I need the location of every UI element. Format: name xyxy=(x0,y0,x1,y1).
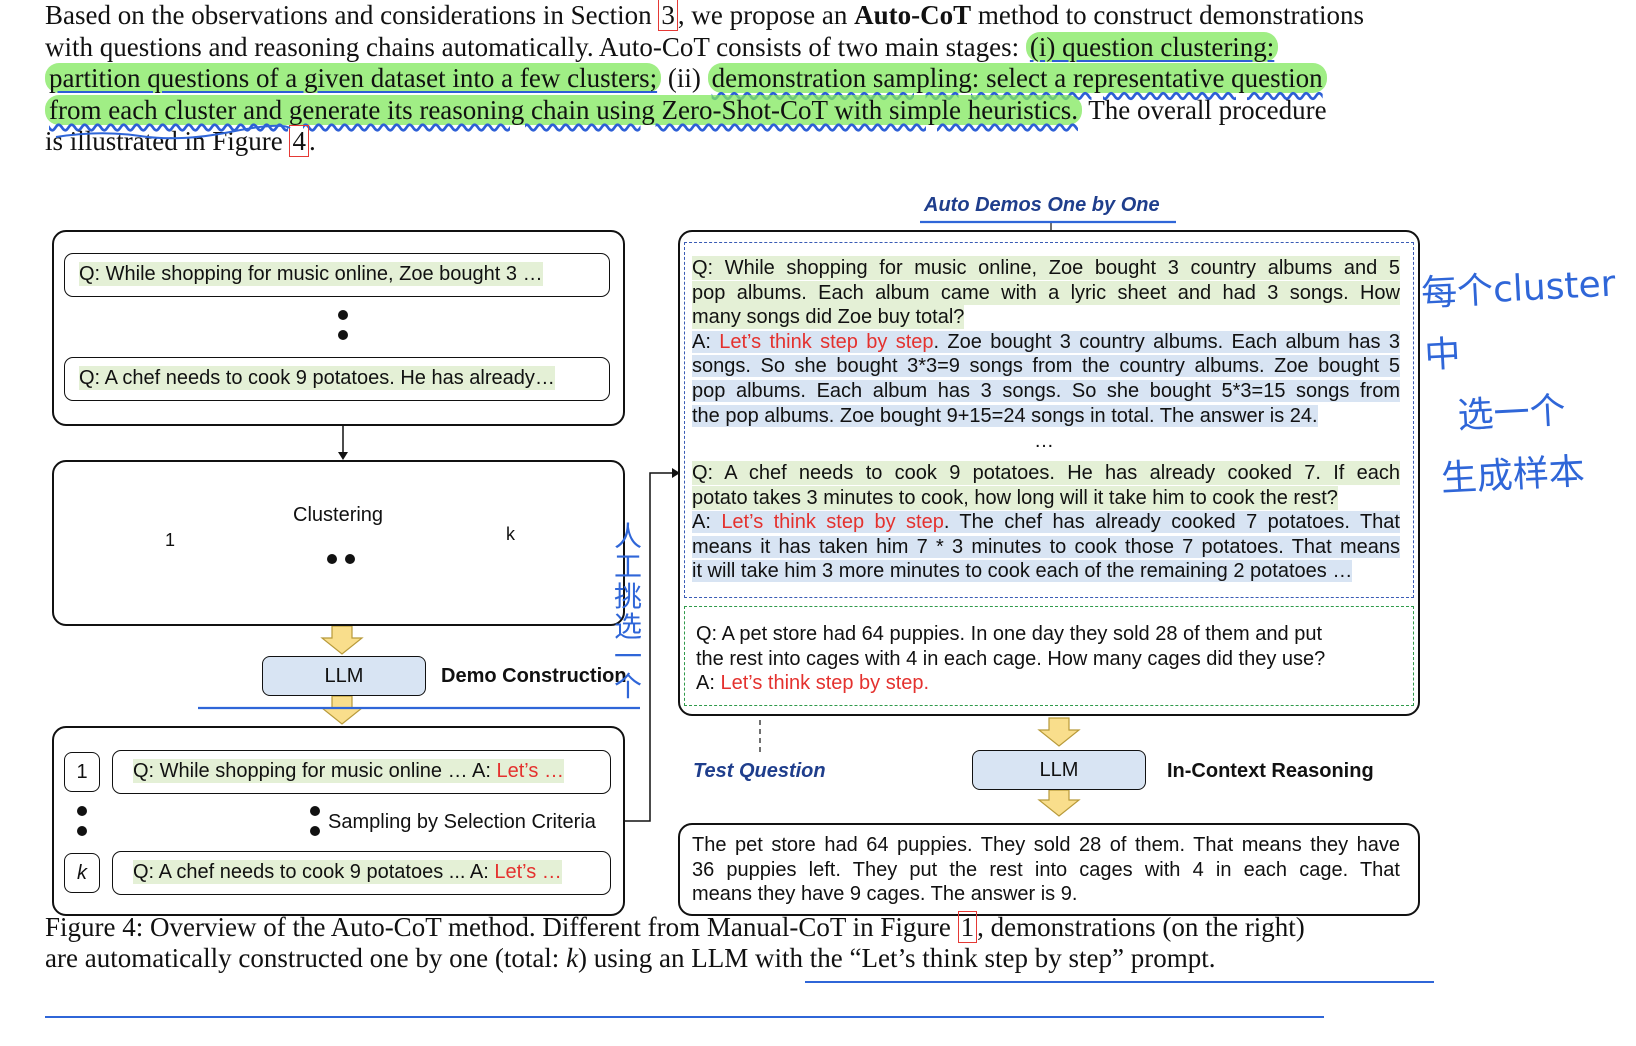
handwritten-note-vertical: 人工挑选一个 xyxy=(614,520,643,703)
clustering-label: Clustering xyxy=(293,504,384,526)
cluster-k-label: k xyxy=(506,524,515,544)
sample-index: k xyxy=(64,853,100,893)
demo-1: Q: While shopping for music online, Zoe … xyxy=(692,256,1401,427)
demo-2: Q: A chef needs to cook 9 potatoes. He h… xyxy=(692,461,1400,583)
ellipsis-dot xyxy=(77,826,87,836)
sampled-demo: Q: A chef needs to cook 9 potatoes ... A… xyxy=(112,851,611,895)
yellow-arrow xyxy=(1037,717,1081,747)
demo-construction-label: Demo Construction xyxy=(441,665,627,687)
cluster-1-label: 1 xyxy=(165,530,176,550)
ellipsis-dot xyxy=(345,554,355,564)
sampling-label: Sampling by Selection Criteria xyxy=(328,811,596,833)
llm-box-left: LLM xyxy=(262,656,426,696)
answer-text: The pet store had 64 puppies. They sold … xyxy=(692,834,1400,906)
ellipsis-dot xyxy=(310,806,320,816)
sampled-demo: Q: While shopping for music online … A: … xyxy=(112,750,611,794)
ellipsis-dot xyxy=(327,554,337,564)
yellow-arrow xyxy=(1037,789,1081,817)
ellipsis-dot xyxy=(310,826,320,836)
icr-label: In-Context Reasoning xyxy=(1167,760,1374,782)
auto-demos-label: Auto Demos One by One xyxy=(924,194,1160,216)
clustering-box xyxy=(52,460,625,626)
demos-ellipsis: … xyxy=(1034,430,1054,452)
test-question-label: Test Question xyxy=(693,760,826,782)
handwritten-note: 每个cluster中 选一个 生成样本 xyxy=(1420,263,1617,500)
question-item: Q: While shopping for music online, Zoe … xyxy=(64,253,610,297)
sample-index: 1 xyxy=(64,752,100,792)
figure-caption: Figure 4: Overview of the Auto-CoT metho… xyxy=(45,911,1305,973)
yellow-arrow xyxy=(320,695,364,725)
ellipsis-dot xyxy=(338,330,348,340)
yellow-arrow xyxy=(320,625,364,655)
llm-box-right: LLM xyxy=(972,750,1146,790)
question-item: Q: A chef needs to cook 9 potatoes. He h… xyxy=(64,357,610,401)
test-question: Q: A pet store had 64 puppies. In one da… xyxy=(696,623,1326,695)
ellipsis-dot xyxy=(77,806,87,816)
ellipsis-dot xyxy=(338,310,348,320)
figure-ref-link[interactable]: 1 xyxy=(957,911,978,943)
